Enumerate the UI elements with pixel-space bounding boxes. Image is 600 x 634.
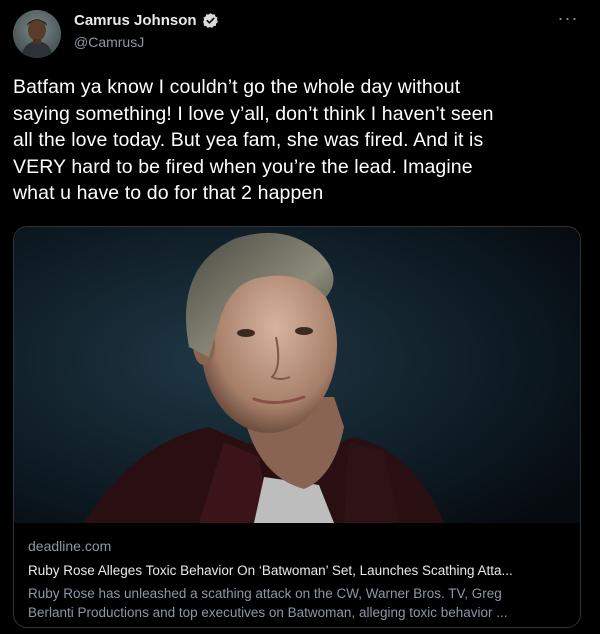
card-image: [14, 227, 580, 523]
card-title[interactable]: Ruby Rose Alleges Toxic Behavior On ‘Bat…: [28, 563, 568, 578]
card-description: Ruby Rose has unleashed a scathing attac…: [28, 586, 508, 620]
tweet-text: Batfam ya know I couldn’t go the whole d…: [13, 76, 494, 204]
author-name-row: Camrus Johnson: [74, 12, 219, 29]
card-meta: deadline.com Ruby Rose Alleges Toxic Beh…: [28, 538, 568, 622]
author-display-name[interactable]: Camrus Johnson: [74, 12, 197, 29]
author-info: Camrus Johnson @CamrusJ: [74, 12, 219, 50]
card-domain: deadline.com: [28, 538, 112, 554]
author-handle[interactable]: @CamrusJ: [74, 34, 219, 50]
verified-badge-icon: [202, 12, 219, 29]
more-options-icon[interactable]: ···: [556, 8, 580, 28]
avatar[interactable]: [13, 10, 61, 58]
link-card[interactable]: deadline.com Ruby Rose Alleges Toxic Beh…: [13, 226, 581, 628]
tweet: Camrus Johnson @CamrusJ ··· Batfam ya kn…: [0, 0, 600, 634]
avatar-photo: [13, 10, 61, 58]
